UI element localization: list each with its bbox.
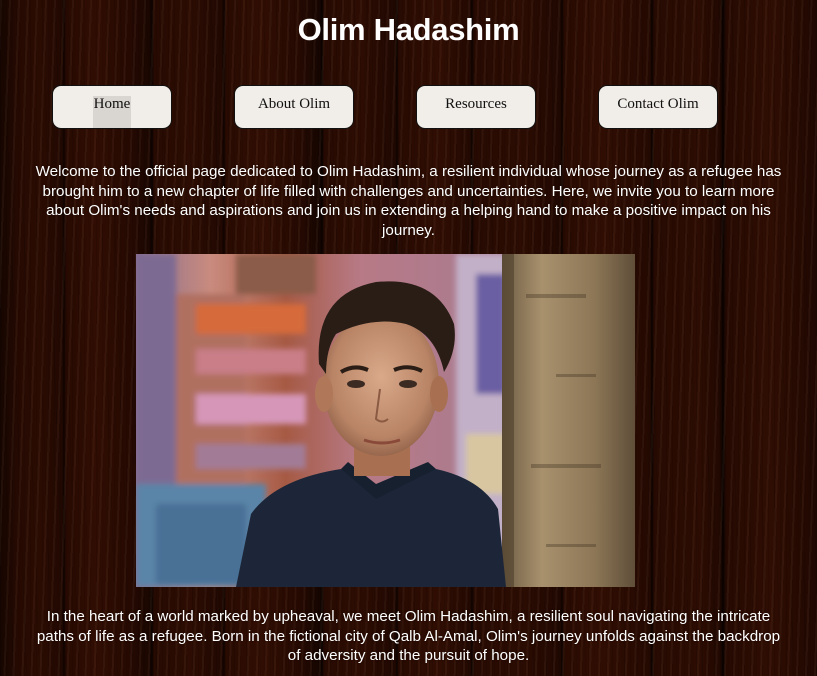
nav-home-button[interactable]: Home	[52, 85, 172, 129]
portrait-image	[136, 254, 635, 587]
nav-about-label: About Olim	[257, 96, 331, 112]
page-title: Olim Hadashim	[297, 12, 520, 47]
nav-contact-label: Contact Olim	[617, 96, 699, 112]
nav-resources-button[interactable]: Resources	[416, 85, 536, 129]
nav-contact-button[interactable]: Contact Olim	[598, 85, 718, 129]
nav-resources-label: Resources	[445, 96, 507, 112]
nav-home-label: Home	[92, 96, 132, 128]
main-nav: Home About Olim Resources Contact Olim	[0, 85, 817, 133]
intro-paragraph: Welcome to the official page dedicated t…	[35, 163, 782, 239]
nav-about-button[interactable]: About Olim	[234, 85, 354, 129]
portrait-photo	[136, 254, 635, 587]
story-paragraph: In the heart of a world marked by upheav…	[36, 608, 781, 664]
